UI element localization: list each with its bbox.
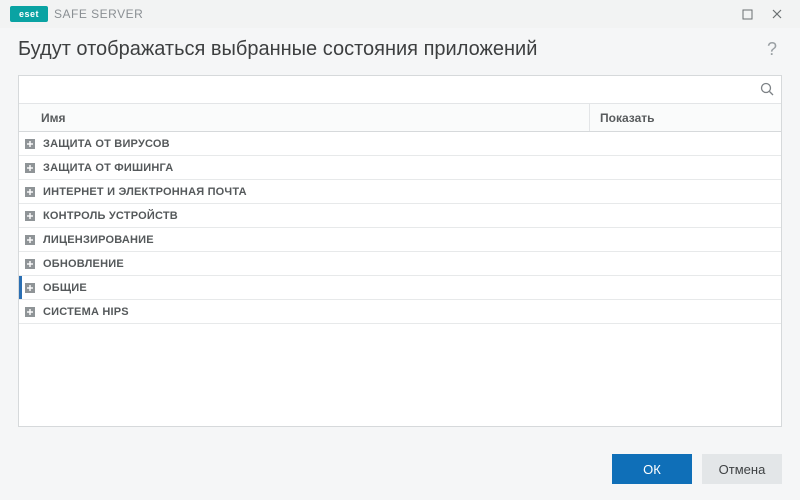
row-label: ЗАЩИТА ОТ ФИШИНГА [43, 162, 173, 174]
help-button[interactable]: ? [762, 40, 782, 60]
table-row[interactable]: СИСТЕМА HIPS [19, 300, 781, 324]
table-body: ЗАЩИТА ОТ ВИРУСОВ ЗАЩИТА ОТ ФИШИНГА ИНТЕРН… [19, 132, 781, 426]
expand-icon[interactable] [23, 161, 37, 175]
column-header-show[interactable]: Показать [589, 104, 781, 131]
expand-icon[interactable] [23, 305, 37, 319]
cancel-button[interactable]: Отмена [702, 454, 782, 484]
search-icon[interactable] [759, 81, 775, 102]
table-header: Имя Показать [19, 104, 781, 132]
row-label: КОНТРОЛЬ УСТРОЙСТВ [43, 210, 178, 222]
expand-icon[interactable] [23, 185, 37, 199]
dialog-title: Будут отображаться выбранные состояния п… [18, 38, 537, 61]
expand-icon[interactable] [23, 209, 37, 223]
eset-logo: eset [10, 6, 48, 22]
search-input[interactable] [19, 76, 781, 103]
table-row[interactable]: ЛИЦЕНЗИРОВАНИЕ [19, 228, 781, 252]
maximize-icon [742, 9, 753, 20]
row-label: ЗАЩИТА ОТ ВИРУСОВ [43, 138, 170, 150]
table-row[interactable]: КОНТРОЛЬ УСТРОЙСТВ [19, 204, 781, 228]
expand-icon[interactable] [23, 257, 37, 271]
row-label: ОБНОВЛЕНИЕ [43, 258, 124, 270]
dialog-window: eset SAFE SERVER Будут отображаться выбр… [0, 0, 800, 500]
table-row[interactable]: ЗАЩИТА ОТ ВИРУСОВ [19, 132, 781, 156]
expand-icon[interactable] [23, 233, 37, 247]
column-header-name[interactable]: Имя [19, 104, 589, 131]
search-bar [19, 76, 781, 104]
expand-icon[interactable] [23, 281, 37, 295]
close-button[interactable] [762, 3, 792, 25]
row-label: ЛИЦЕНЗИРОВАНИЕ [43, 234, 154, 246]
dialog-footer: ОК Отмена [0, 427, 800, 500]
expand-icon[interactable] [23, 137, 37, 151]
table-row[interactable]: ОБЩИЕ [19, 276, 781, 300]
content-panel: Имя Показать ЗАЩИТА ОТ ВИРУСОВЗАЩИТА ОТ … [18, 75, 782, 427]
dialog-header: Будут отображаться выбранные состояния п… [0, 28, 800, 75]
table-row[interactable]: ИНТЕРНЕТ И ЭЛЕКТРОННАЯ ПОЧТА [19, 180, 781, 204]
table-row[interactable]: ОБНОВЛЕНИЕ [19, 252, 781, 276]
product-name: SAFE SERVER [54, 7, 143, 21]
titlebar: eset SAFE SERVER [0, 0, 800, 28]
window-controls [732, 3, 792, 25]
maximize-button[interactable] [732, 3, 762, 25]
row-label: ИНТЕРНЕТ И ЭЛЕКТРОННАЯ ПОЧТА [43, 186, 247, 198]
ok-button[interactable]: ОК [612, 454, 692, 484]
row-label: ОБЩИЕ [43, 282, 87, 294]
table-row[interactable]: ЗАЩИТА ОТ ФИШИНГА [19, 156, 781, 180]
brand: eset SAFE SERVER [10, 6, 143, 22]
close-icon [771, 8, 783, 20]
row-label: СИСТЕМА HIPS [43, 306, 129, 318]
